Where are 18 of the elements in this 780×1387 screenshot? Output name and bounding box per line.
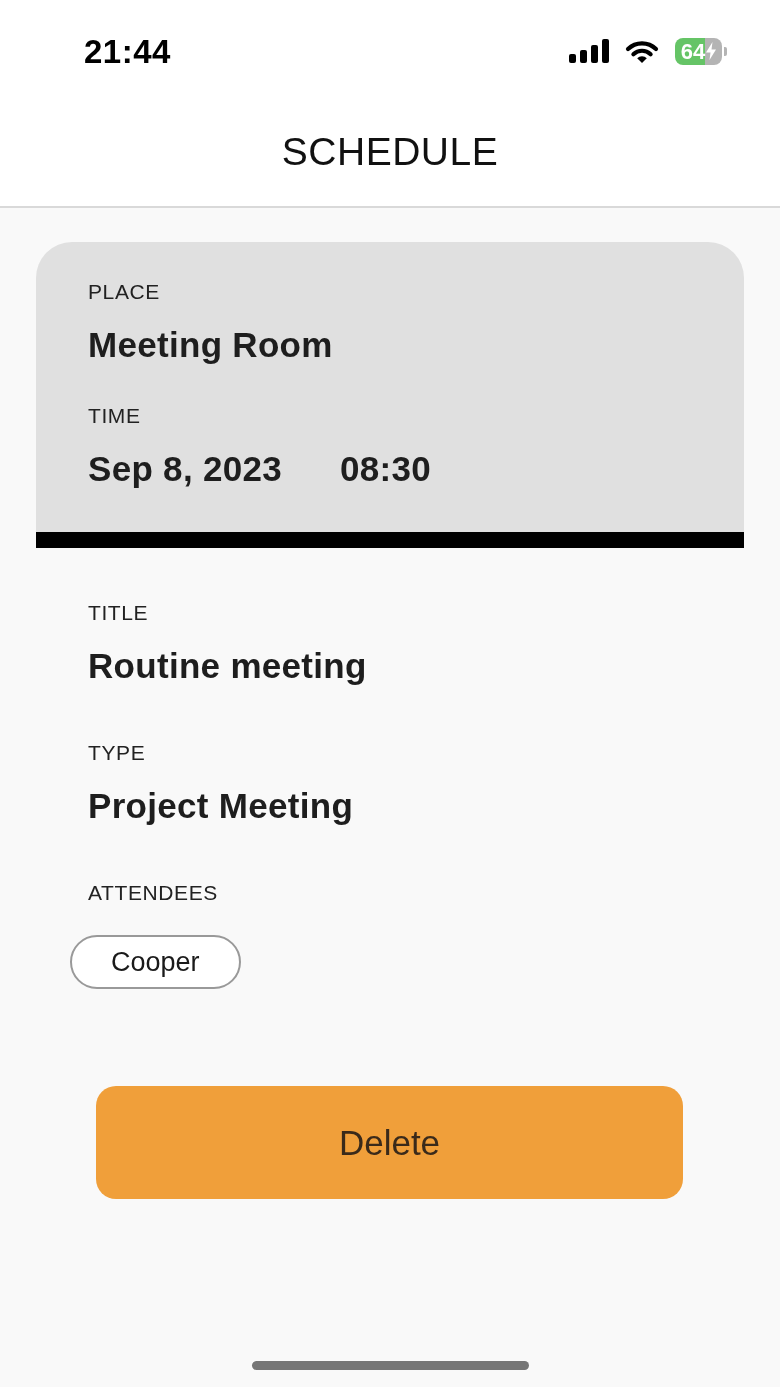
field-label: TYPE (88, 741, 147, 765)
field-label: TIME (88, 404, 142, 428)
field-value: Meeting Room (88, 325, 333, 365)
field-label: ATTENDEES (88, 881, 219, 905)
battery-percent: 64 (680, 37, 706, 65)
field-value: Sep 8, 2023 (88, 449, 282, 489)
attendee-chip: Cooper (70, 935, 241, 989)
field-value: Routine meeting (88, 646, 368, 686)
field-label: PLACE (88, 280, 161, 304)
field-value: 08:30 (340, 449, 432, 489)
field-value: Project Meeting (88, 786, 355, 826)
signal-icon (569, 39, 609, 63)
bolt-icon (706, 42, 717, 60)
screen-title: SCHEDULE (281, 130, 499, 174)
field-label: TITLE (88, 601, 150, 625)
delete-button[interactable]: Delete (96, 1086, 683, 1199)
status-time: 21:44 (84, 33, 171, 71)
wifi-icon (625, 39, 659, 63)
